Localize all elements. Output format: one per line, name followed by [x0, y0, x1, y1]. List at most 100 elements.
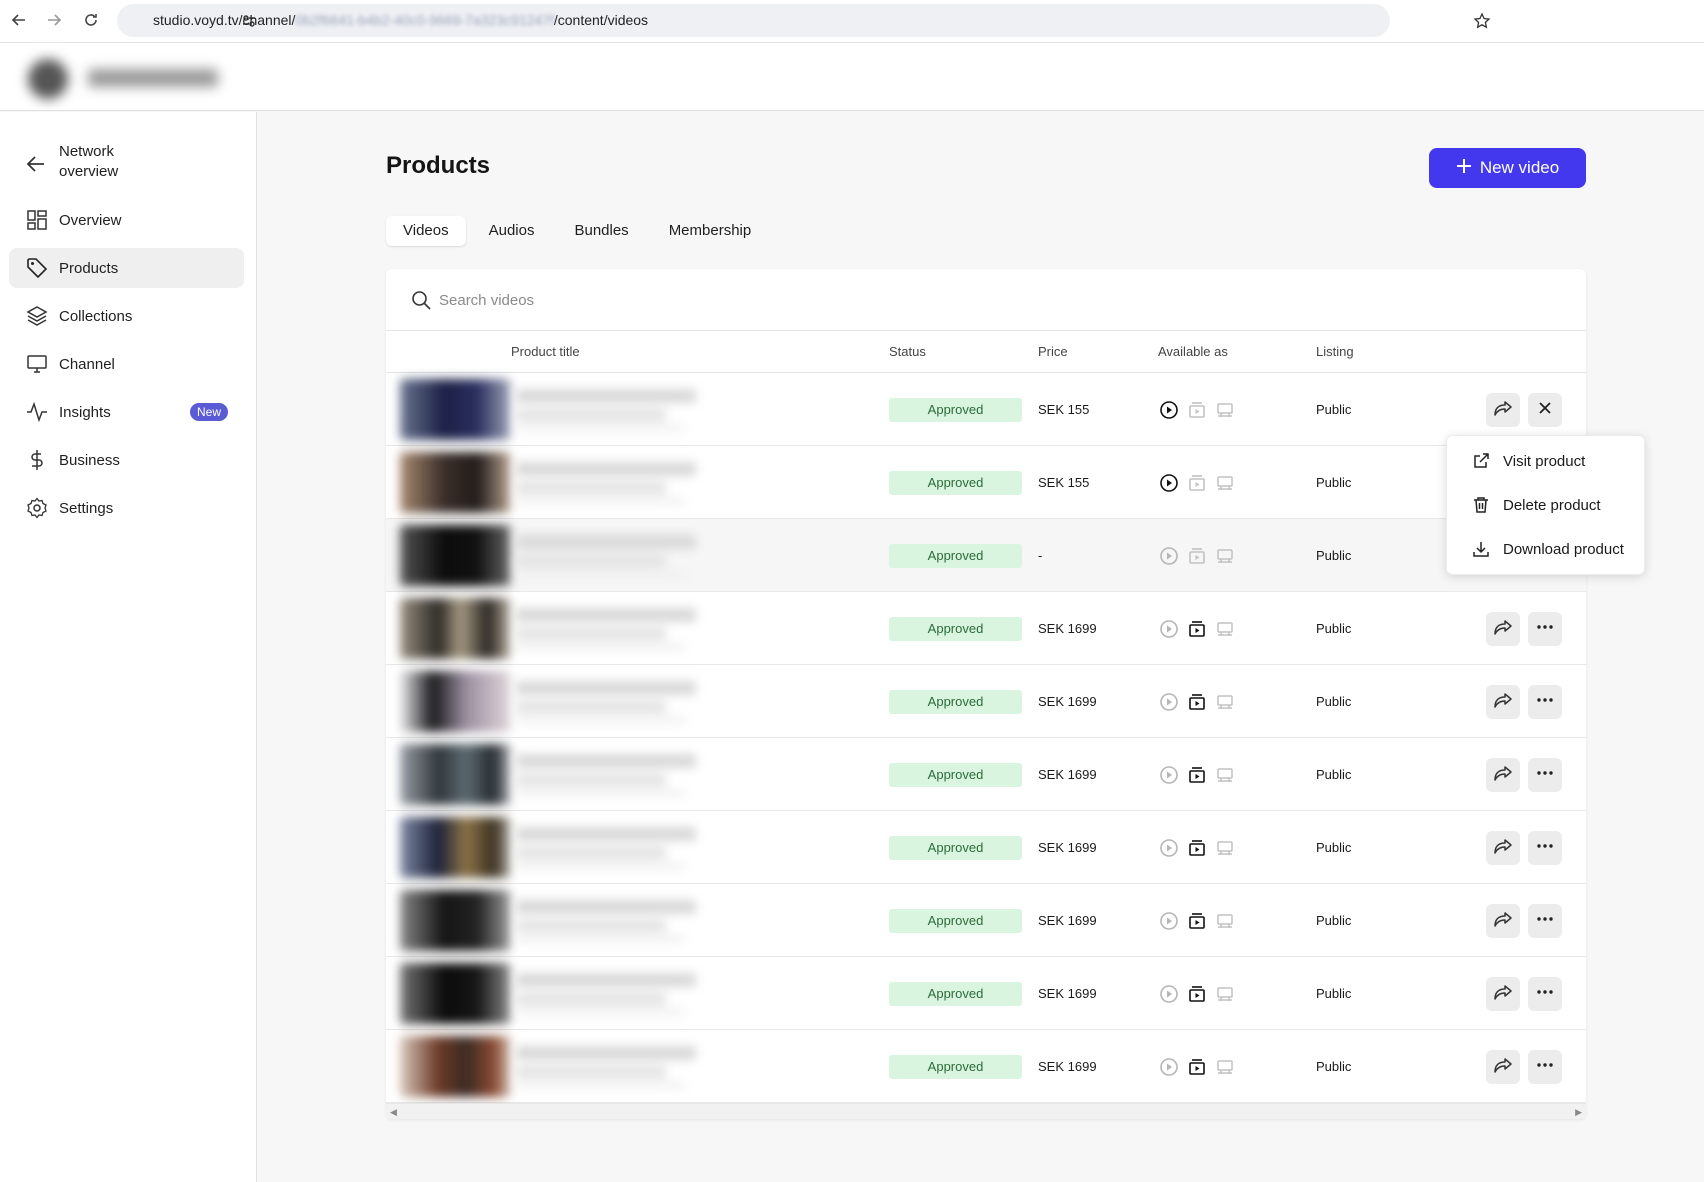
network-overview-link[interactable]: Network overview [9, 142, 244, 188]
product-title-redacted[interactable] [516, 750, 716, 798]
share-button[interactable] [1486, 1050, 1520, 1084]
stream-play-icon [1158, 472, 1180, 494]
status-badge: Approved [889, 398, 1022, 422]
table-row[interactable]: Approved SEK 1699 Public [386, 592, 1586, 665]
trailer-icon [1186, 691, 1208, 713]
scroll-right-arrow-icon[interactable]: ▶ [1575, 1107, 1582, 1118]
more-options-button[interactable] [1528, 685, 1562, 719]
reload-icon[interactable] [80, 9, 102, 31]
tab-audios[interactable]: Audios [472, 216, 552, 246]
sidebar-item-collections[interactable]: Collections [9, 296, 244, 336]
address-bar[interactable]: studio.voyd.tv/channel/0b2f6641-b4b2-40c… [117, 4, 1491, 37]
video-thumbnail[interactable] [400, 890, 510, 951]
more-options-button[interactable] [1528, 904, 1562, 938]
video-thumbnail[interactable] [400, 379, 510, 440]
listing-value: Public [1316, 621, 1352, 636]
channel-logo[interactable] [22, 55, 232, 99]
column-status[interactable]: Status [889, 331, 926, 373]
more-options-button[interactable] [1528, 612, 1562, 646]
sidebar-item-settings[interactable]: Settings [9, 488, 244, 528]
product-title-redacted[interactable] [516, 458, 716, 506]
layers-icon [25, 304, 49, 328]
sidebar-item-label: Insights [59, 403, 111, 421]
availability-icons [1158, 618, 1242, 640]
more-options-button[interactable] [1528, 758, 1562, 792]
video-thumbnail[interactable] [400, 525, 510, 586]
product-title-redacted[interactable] [516, 969, 716, 1017]
share-button[interactable] [1486, 758, 1520, 792]
more-options-button[interactable] [1528, 831, 1562, 865]
video-thumbnail[interactable] [400, 671, 510, 732]
more-options-button[interactable] [1528, 1050, 1562, 1084]
table-row[interactable]: Approved SEK 1699 Public [386, 957, 1586, 1030]
product-title-redacted[interactable] [516, 385, 716, 433]
table-row[interactable]: Approved SEK 1699 Public [386, 1030, 1586, 1103]
new-video-button[interactable]: New video [1429, 148, 1586, 188]
availability-icons [1158, 1056, 1242, 1078]
share-button[interactable] [1486, 904, 1520, 938]
column-listing[interactable]: Listing [1316, 331, 1354, 373]
sidebar-item-business[interactable]: Business [9, 440, 244, 480]
sidebar-item-overview[interactable]: Overview [9, 200, 244, 240]
product-title-redacted[interactable] [516, 823, 716, 871]
product-title-redacted[interactable] [516, 531, 716, 579]
product-tabs: Videos Audios Bundles Membership [386, 216, 774, 246]
download-display-icon [1214, 618, 1236, 640]
share-button[interactable] [1486, 831, 1520, 865]
delete-product-menu-item[interactable]: Delete product [1447, 486, 1646, 524]
table-row[interactable]: Approved SEK 1699 Public [386, 811, 1586, 884]
listing-value: Public [1316, 840, 1352, 855]
sidebar-item-channel[interactable]: Channel [9, 344, 244, 384]
trailer-icon [1186, 910, 1208, 932]
video-thumbnail[interactable] [400, 1036, 510, 1097]
tab-bundles[interactable]: Bundles [557, 216, 645, 246]
dollar-icon [25, 448, 49, 472]
share-button[interactable] [1486, 393, 1520, 427]
column-available-as[interactable]: Available as [1158, 331, 1228, 373]
table-row[interactable]: Approved SEK 1699 Public [386, 665, 1586, 738]
more-options-button[interactable] [1528, 977, 1562, 1011]
close-menu-button[interactable] [1528, 393, 1562, 427]
video-thumbnail[interactable] [400, 817, 510, 878]
tab-videos[interactable]: Videos [386, 216, 466, 246]
table-row[interactable]: Approved SEK 155 Public [386, 446, 1586, 519]
column-price[interactable]: Price [1038, 331, 1068, 373]
video-thumbnail[interactable] [400, 452, 510, 513]
product-title-redacted[interactable] [516, 677, 716, 725]
bookmark-star-icon[interactable] [1473, 12, 1491, 30]
listing-value: Public [1316, 402, 1352, 417]
download-icon [1471, 539, 1491, 559]
search-input[interactable] [439, 287, 1439, 313]
share-button[interactable] [1486, 685, 1520, 719]
sidebar-item-products[interactable]: Products [9, 248, 244, 288]
video-thumbnail[interactable] [400, 744, 510, 805]
download-product-menu-item[interactable]: Download product [1447, 530, 1646, 568]
download-display-icon [1214, 1056, 1236, 1078]
product-title-redacted[interactable] [516, 604, 716, 652]
share-button[interactable] [1486, 977, 1520, 1011]
scroll-left-arrow-icon[interactable]: ◀ [390, 1107, 397, 1118]
sidebar-item-insights[interactable]: Insights New [9, 392, 244, 432]
share-icon [1493, 1055, 1513, 1080]
more-icon [1535, 909, 1555, 934]
video-thumbnail[interactable] [400, 963, 510, 1024]
table-row[interactable]: Approved SEK 155 Public [386, 373, 1586, 446]
trailer-icon [1186, 472, 1208, 494]
column-product-title[interactable]: Product title [511, 331, 580, 373]
status-badge: Approved [889, 617, 1022, 641]
video-thumbnail[interactable] [400, 598, 510, 659]
share-button[interactable] [1486, 612, 1520, 646]
forward-arrow-icon[interactable] [43, 9, 65, 31]
grid-icon [25, 208, 49, 232]
tab-membership[interactable]: Membership [652, 216, 769, 246]
product-title-redacted[interactable] [516, 896, 716, 944]
table-row[interactable]: Approved - Public [386, 519, 1586, 592]
table-row[interactable]: Approved SEK 1699 Public [386, 738, 1586, 811]
product-title-redacted[interactable] [516, 1042, 716, 1090]
share-icon [1493, 398, 1513, 423]
back-arrow-icon[interactable] [8, 9, 30, 31]
availability-icons [1158, 399, 1242, 421]
table-row[interactable]: Approved SEK 1699 Public [386, 884, 1586, 957]
visit-product-menu-item[interactable]: Visit product [1447, 442, 1646, 480]
horizontal-scrollbar[interactable]: ◀ ▶ [386, 1103, 1586, 1119]
